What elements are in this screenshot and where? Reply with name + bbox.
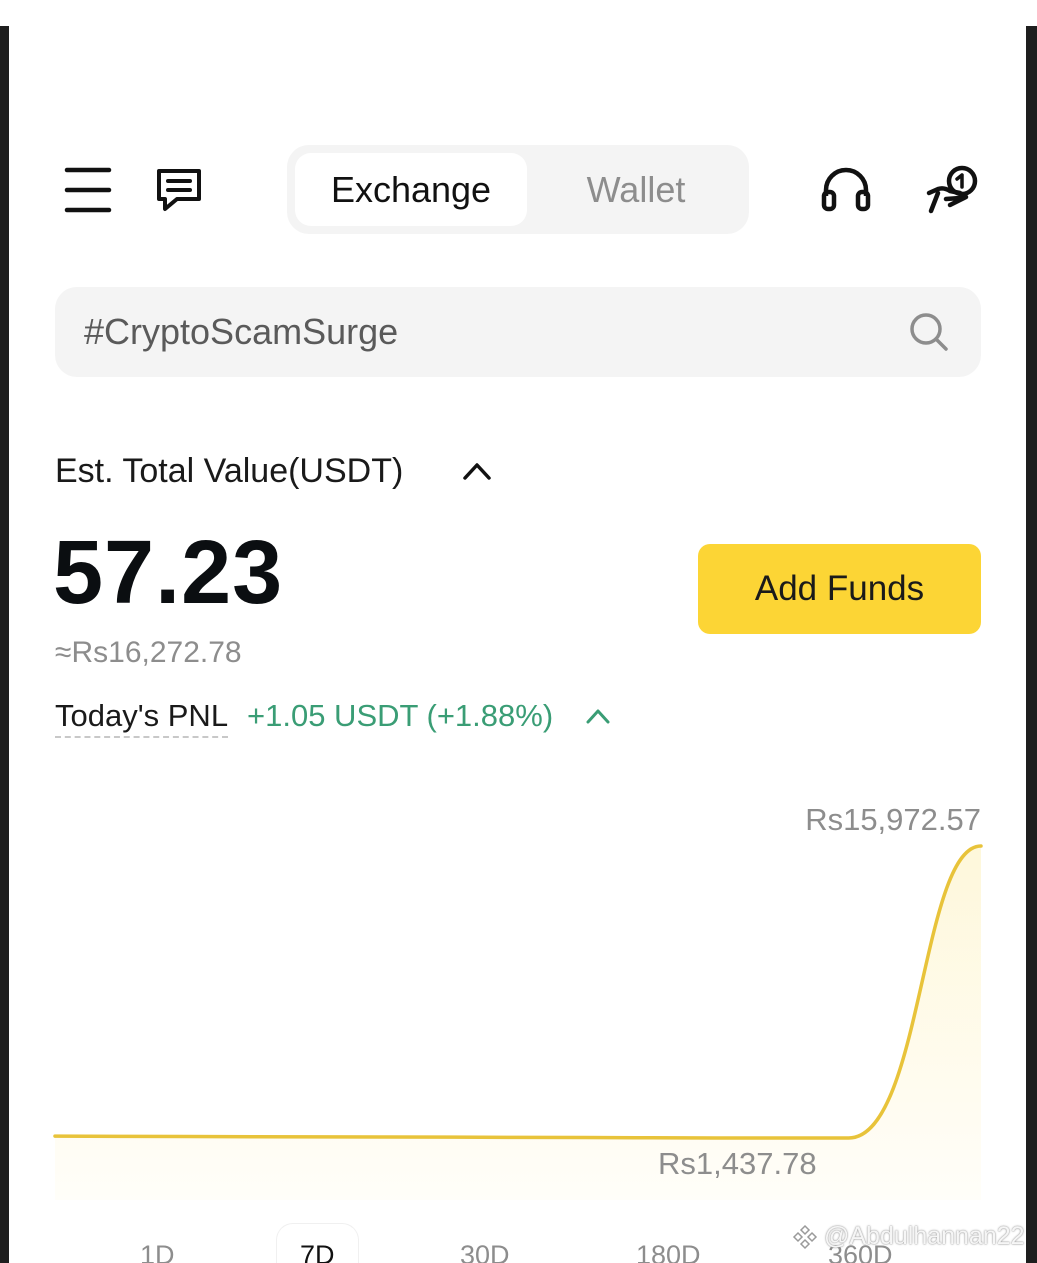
- add-funds-button[interactable]: Add Funds: [698, 544, 981, 634]
- headset-icon[interactable]: [821, 166, 871, 214]
- tab-wallet[interactable]: Wallet: [531, 153, 741, 226]
- chart-min-label: Rs1,437.78: [658, 1146, 817, 1181]
- exchange-wallet-switch: Exchange Wallet: [287, 145, 749, 234]
- search-bar[interactable]: #CryptoScamSurge: [55, 287, 981, 377]
- gift-hand-icon[interactable]: [926, 163, 980, 217]
- balance-chart: [53, 844, 983, 1200]
- range-30d[interactable]: 30D: [460, 1240, 510, 1263]
- hamburger-menu-icon[interactable]: [64, 167, 112, 213]
- pnl-value: +1.05 USDT (+1.88%): [247, 698, 554, 733]
- binance-logo-icon: [792, 1224, 818, 1249]
- search-icon[interactable]: [908, 311, 950, 358]
- chevron-up-icon[interactable]: [585, 706, 611, 731]
- chart-series-line: [53, 844, 983, 1140]
- watermark-text: @Abdulhannan22: [824, 1222, 1025, 1250]
- watermark: @Abdulhannan22: [792, 1222, 1025, 1251]
- chat-message-icon[interactable]: [155, 167, 203, 213]
- range-7d[interactable]: 7D: [300, 1240, 335, 1263]
- fiat-equivalent: ≈Rs16,272.78: [55, 636, 242, 669]
- range-1d[interactable]: 1D: [140, 1240, 175, 1263]
- total-value: 57.23: [53, 523, 284, 623]
- search-input[interactable]: #CryptoScamSurge: [84, 287, 398, 377]
- chart-max-label: Rs15,972.57: [805, 802, 981, 837]
- chart-area-fill: [55, 846, 981, 1200]
- tab-exchange[interactable]: Exchange: [295, 153, 527, 226]
- range-180d[interactable]: 180D: [636, 1240, 701, 1263]
- chevron-up-icon[interactable]: [462, 460, 492, 487]
- pnl-label[interactable]: Today's PNL: [55, 698, 229, 738]
- total-value-label: Est. Total Value(USDT): [55, 452, 404, 490]
